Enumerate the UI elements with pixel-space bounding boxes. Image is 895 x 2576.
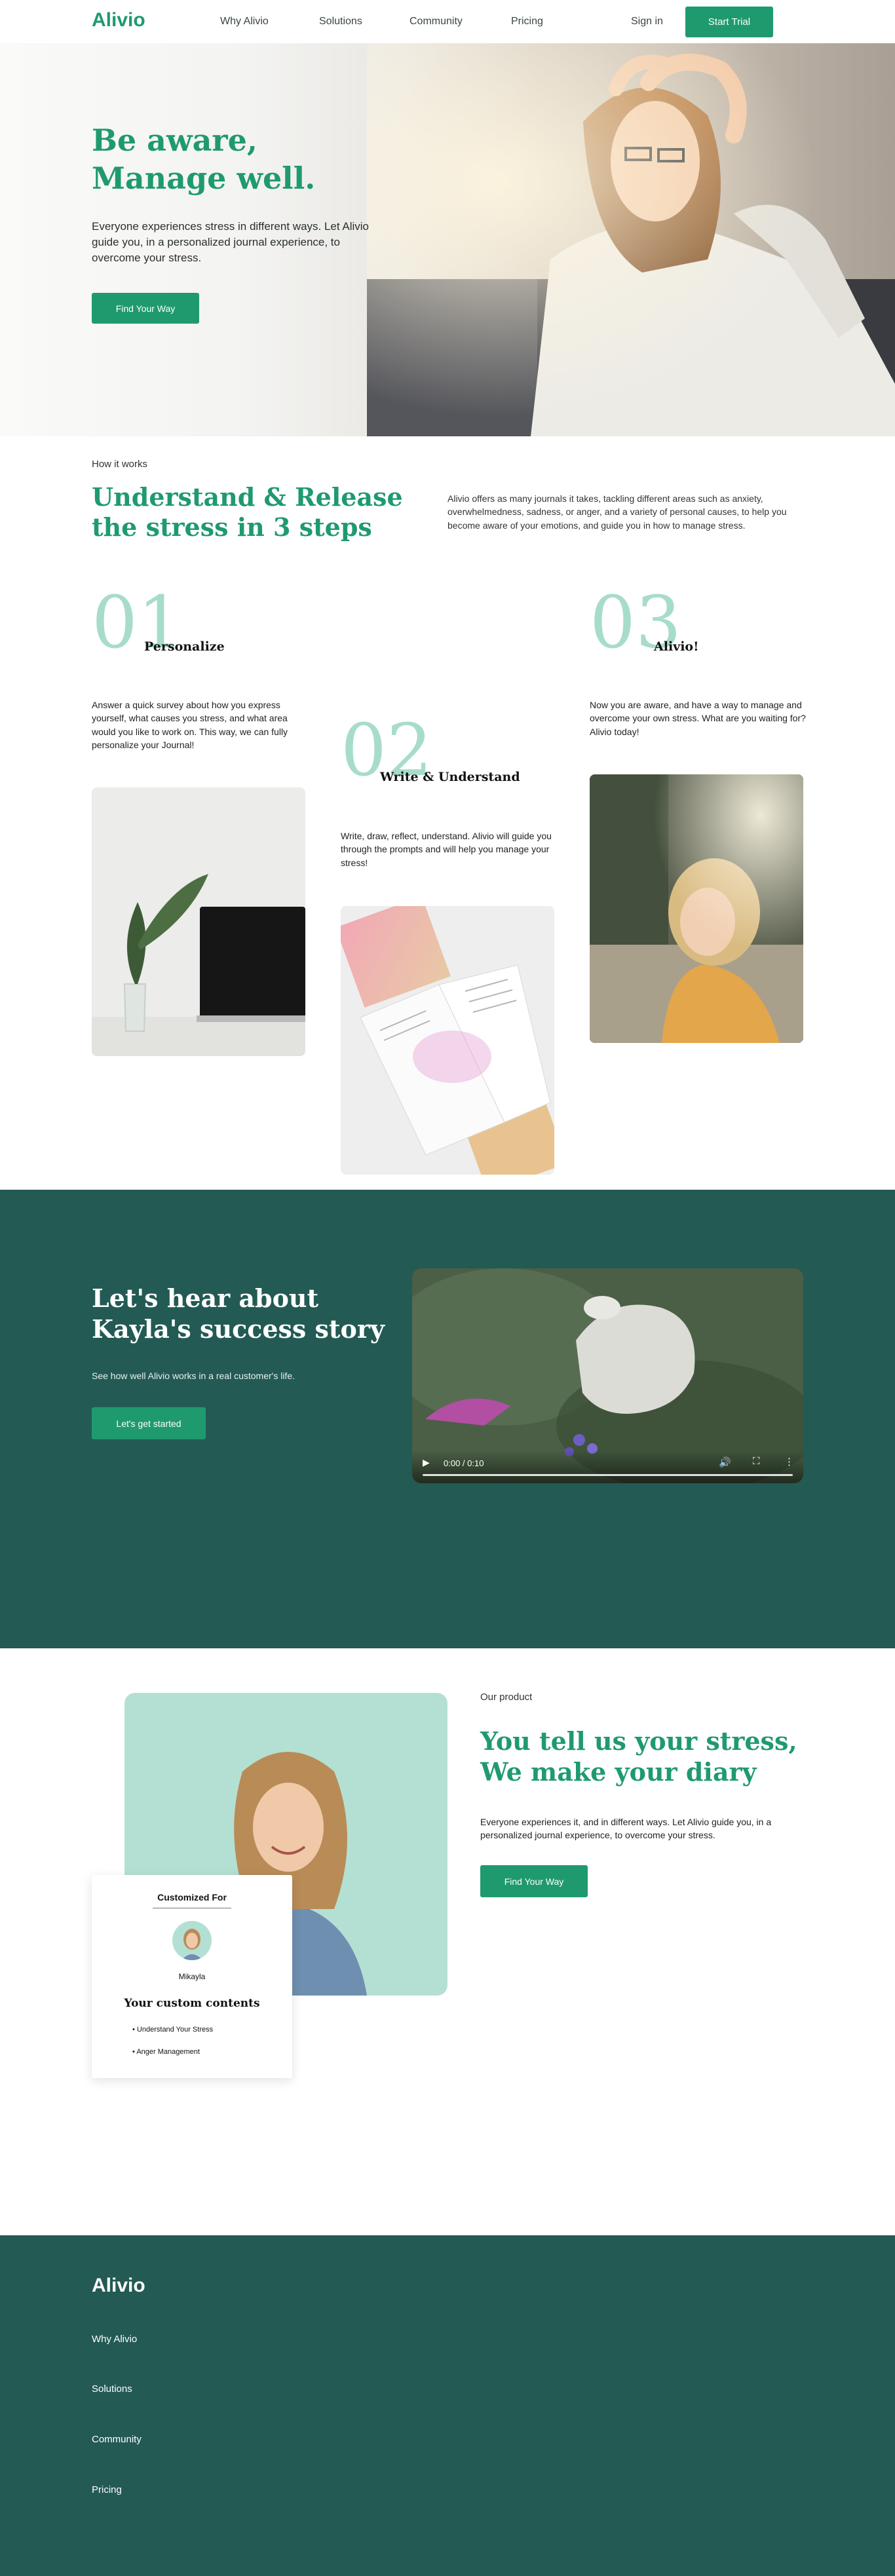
step-1-description: Answer a quick survey about how you expr… <box>92 700 288 750</box>
find-your-way-button[interactable]: Find Your Way <box>92 293 199 324</box>
play-icon[interactable]: ▶ <box>423 1457 430 1468</box>
step-3-description: Now you are aware, and have a way to man… <box>590 700 806 737</box>
custom-content-item-label: Anger Management <box>136 2048 200 2056</box>
avatar-photo <box>181 1929 202 1960</box>
step-3-label: Alivio! <box>654 639 699 654</box>
product-title: You tell us your stress, We make your di… <box>480 1726 797 1787</box>
step-1-image <box>92 787 305 1056</box>
how-it-works-kicker: How it works <box>92 459 148 470</box>
volume-icon[interactable]: 🔊 <box>719 1456 731 1468</box>
footer-link-pricing[interactable]: Pricing <box>92 2484 122 2495</box>
product-find-your-way-button[interactable]: Find Your Way <box>480 1865 588 1897</box>
success-story-video[interactable]: ▶ 0:00 / 0:10 🔊 ⛶ ⋮ <box>412 1268 803 1483</box>
more-options-icon[interactable]: ⋮ <box>784 1456 794 1468</box>
footer: Alivio Why Alivio Solutions Community Pr… <box>0 2235 895 2576</box>
hero-title: Be aware, Manage well. <box>92 122 315 197</box>
video-progress-bar[interactable] <box>423 1474 793 1476</box>
lets-get-started-button[interactable]: Let's get started <box>92 1407 206 1439</box>
custom-contents-title: Your custom contents <box>124 1997 260 2010</box>
video-controls: ▶ 0:00 / 0:10 🔊 ⛶ ⋮ <box>412 1450 803 1483</box>
start-trial-button[interactable]: Start Trial <box>685 7 773 37</box>
video-time: 0:00 / 0:10 <box>444 1458 484 1468</box>
nav-link-solutions[interactable]: Solutions <box>319 16 362 28</box>
nav-link-pricing[interactable]: Pricing <box>511 16 543 28</box>
how-it-works-description: Alivio offers as many journals it takes,… <box>447 493 787 531</box>
footer-logo[interactable]: Alivio <box>92 2275 145 2297</box>
laptop-plant-illustration <box>92 874 305 1056</box>
top-navigation: Alivio Why Alivio Solutions Community Pr… <box>0 0 895 43</box>
custom-content-item: • Understand Your Stress <box>132 2026 214 2034</box>
fullscreen-icon[interactable]: ⛶ <box>753 1456 760 1467</box>
custom-content-item: • Anger Management <box>132 2048 200 2056</box>
hero-title-line-1: Be aware, <box>92 123 257 158</box>
step-2-image <box>341 906 554 1175</box>
avatar <box>172 1921 212 1960</box>
success-story-title: Let's hear about Kayla's success story <box>92 1283 385 1344</box>
success-story-subtitle: See how well Alivio works in a real cust… <box>92 1371 295 1381</box>
footer-link-community[interactable]: Community <box>92 2434 142 2445</box>
how-it-works-title: Understand & Release the stress in 3 ste… <box>92 482 403 542</box>
step-2-label: Write & Understand <box>380 770 520 784</box>
smiling-woman-photo <box>590 774 803 1043</box>
nav-link-why-alivio[interactable]: Why Alivio <box>220 16 269 28</box>
hero-description: Everyone experiences stress in different… <box>92 220 370 264</box>
step-1-label: Personalize <box>144 639 225 654</box>
hero-section: Be aware, Manage well. Everyone experien… <box>0 43 895 436</box>
open-journal-illustration <box>341 906 554 1175</box>
footer-link-why-alivio[interactable]: Why Alivio <box>92 2334 137 2345</box>
customer-name: Mikayla <box>178 1972 206 1981</box>
customized-for-card: Customized For Mikayla Your custom conte… <box>92 1875 292 2078</box>
sign-in-link[interactable]: Sign in <box>631 16 663 28</box>
step-2-description: Write, draw, reflect, understand. Alivio… <box>341 831 552 868</box>
step-3-image <box>590 774 803 1043</box>
our-product-kicker: Our product <box>480 1692 533 1703</box>
footer-link-solutions[interactable]: Solutions <box>92 2383 132 2395</box>
customized-for-heading: Customized For <box>157 1892 227 1903</box>
nav-link-community[interactable]: Community <box>409 16 463 28</box>
hero-title-line-2: Manage well. <box>92 160 316 196</box>
custom-content-item-label: Understand Your Stress <box>136 2026 214 2034</box>
hero-woman-photo <box>367 43 895 436</box>
product-description: Everyone experiences it, and in differen… <box>480 1817 772 1841</box>
logo[interactable]: Alivio <box>92 9 145 31</box>
success-story-section: Let's hear about Kayla's success story S… <box>0 1190 895 1648</box>
